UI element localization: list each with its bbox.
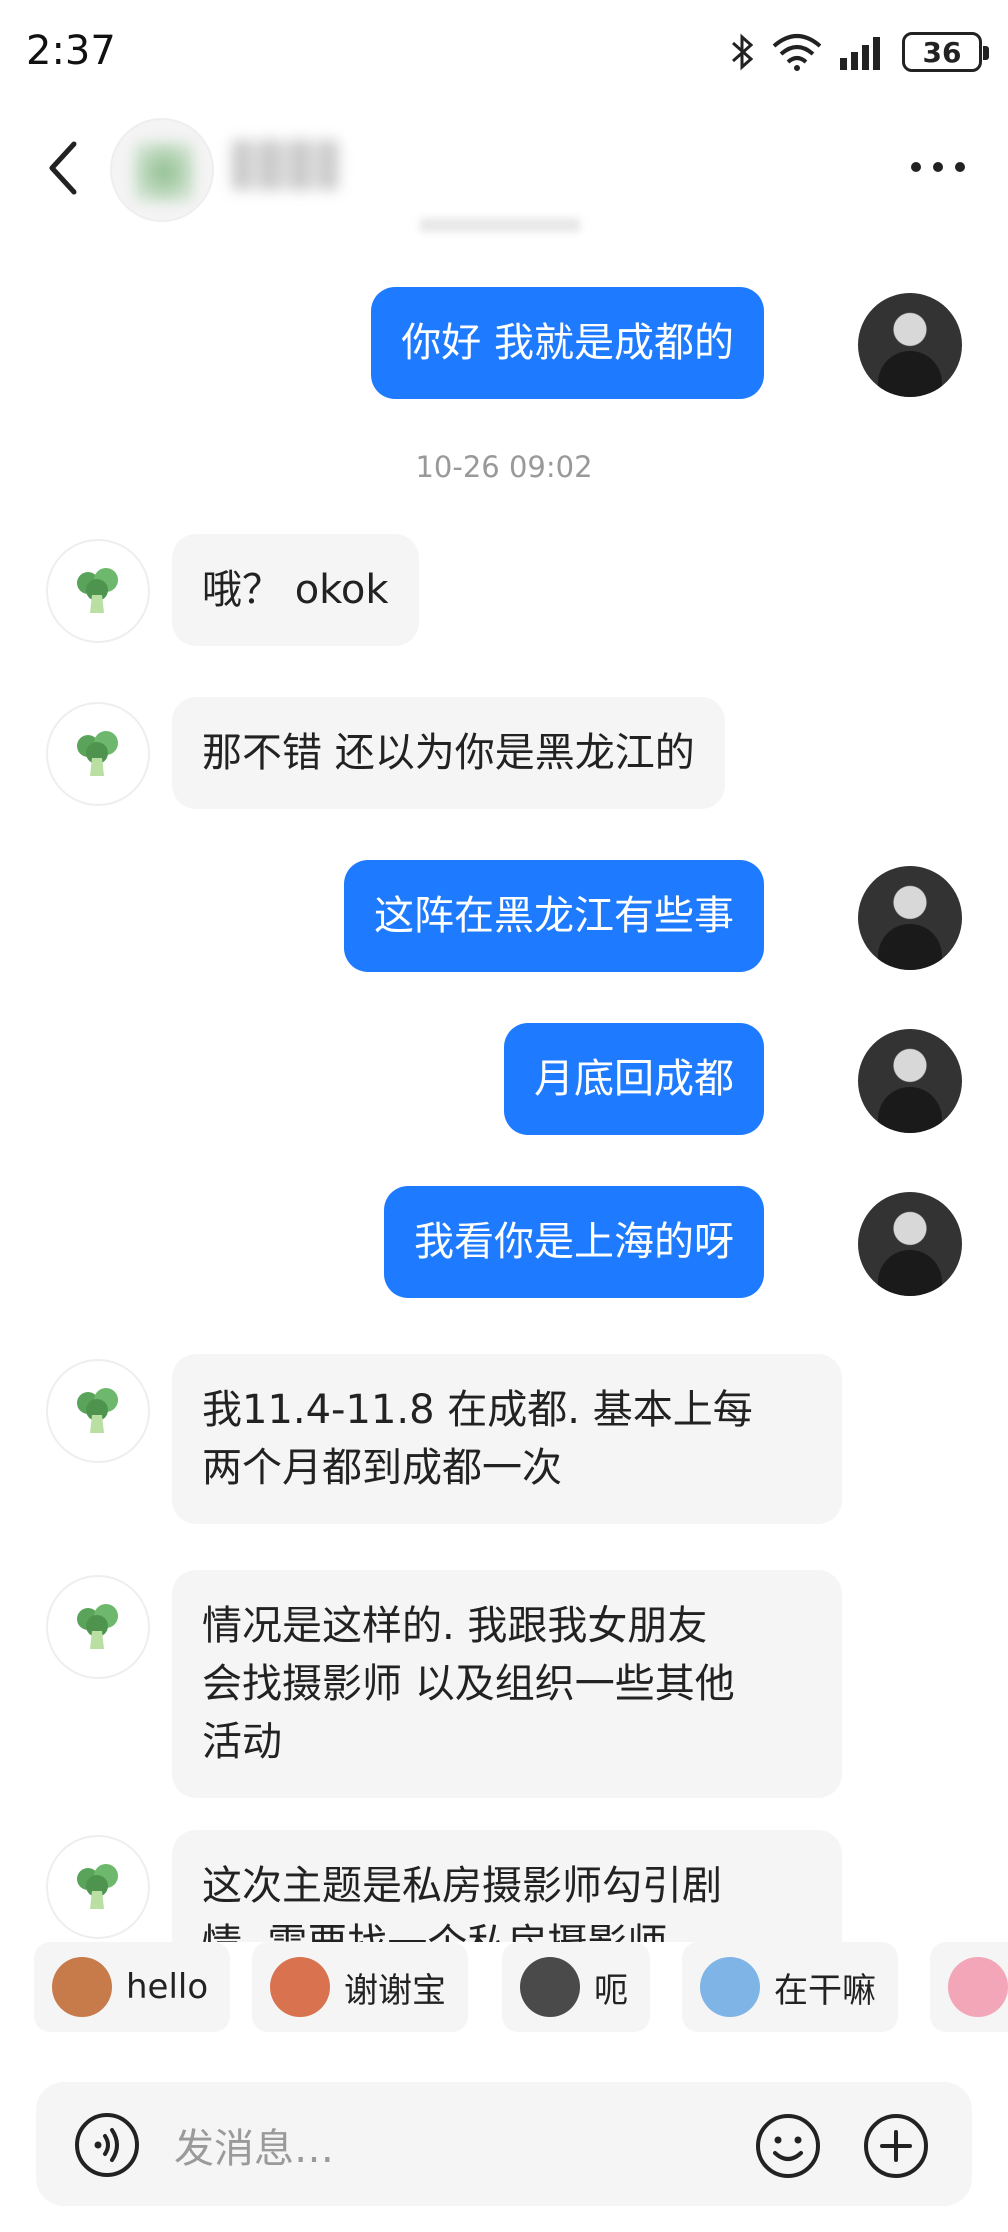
bluetooth-icon bbox=[732, 33, 754, 71]
message-bubble-received[interactable]: 那不错 还以为你是黑龙江的 bbox=[172, 697, 725, 809]
my-avatar[interactable] bbox=[858, 1029, 962, 1133]
message-list[interactable]: 你好 我就是成都的 10-26 09:02 哦？ okok 那不错 还以为你是黑… bbox=[0, 230, 1008, 1942]
message-bubble-received[interactable]: 情况是这样的. 我跟我女朋友 会找摄影师 以及组织一些其他 活动 bbox=[172, 1570, 842, 1798]
broccoli-icon bbox=[77, 568, 118, 613]
contact-avatar-small[interactable] bbox=[46, 702, 150, 806]
magnifier-sticker-icon bbox=[700, 1957, 760, 2017]
message-line: 活动 bbox=[202, 1719, 282, 1765]
my-avatar[interactable] bbox=[858, 1192, 962, 1296]
quick-reply-uh[interactable]: 呃 bbox=[502, 1942, 650, 2032]
broccoli-icon bbox=[77, 1864, 118, 1909]
contact-avatar-small[interactable] bbox=[46, 1575, 150, 1679]
message-line: 情况是这样的. 我跟我女朋友 bbox=[202, 1603, 708, 1649]
message-line: 两个月都到成都一次 bbox=[202, 1445, 562, 1491]
broccoli-icon bbox=[77, 1604, 118, 1649]
voice-icon[interactable] bbox=[74, 2112, 140, 2178]
chat-header bbox=[0, 100, 1008, 230]
message-line: 情. 需要找一个私房摄影师 bbox=[202, 1915, 812, 1942]
quick-reply-thanks[interactable]: 谢谢宝 bbox=[252, 1942, 468, 2032]
message-bubble-received[interactable]: 我11.4-11.8 在成都. 基本上每 两个月都到成都一次 bbox=[172, 1354, 842, 1524]
rose-monkey-sticker-icon bbox=[270, 1957, 330, 2017]
wifi-icon bbox=[772, 34, 822, 71]
message-timestamp: 10-26 09:02 bbox=[415, 450, 593, 484]
message-line: 这次主题是私房摄影师勾引剧 bbox=[202, 1863, 722, 1909]
battery-indicator: 36 bbox=[902, 32, 989, 72]
chevron-left-icon[interactable] bbox=[44, 138, 84, 198]
message-line: 我11.4-11.8 在成都. 基本上每 bbox=[202, 1387, 753, 1433]
pig-sticker-icon bbox=[948, 1957, 1008, 2017]
broccoli-icon bbox=[77, 731, 118, 776]
message-composer: 发消息… bbox=[36, 2082, 972, 2206]
message-line: 会找摄影师 以及组织一些其他 bbox=[202, 1661, 735, 1707]
status-time: 2:37 bbox=[26, 28, 116, 74]
quick-reply-bar[interactable]: hello 谢谢宝 呃 在干嘛 bbox=[0, 1942, 1008, 2038]
message-bubble-sent[interactable]: 月底回成都 bbox=[504, 1023, 764, 1135]
contact-avatar-small[interactable] bbox=[46, 1835, 150, 1939]
contact-avatar-small[interactable] bbox=[46, 539, 150, 643]
message-bubble-sent[interactable]: 我看你是上海的呀 bbox=[384, 1186, 764, 1298]
cat-sticker-icon bbox=[520, 1957, 580, 2017]
quick-reply-more[interactable] bbox=[930, 1942, 1008, 2032]
contact-avatar-small[interactable] bbox=[46, 1359, 150, 1463]
quick-reply-what-doing[interactable]: 在干嘛 bbox=[682, 1942, 898, 2032]
message-bubble-received[interactable]: 哦？ okok bbox=[172, 534, 419, 646]
contact-name-blurred[interactable] bbox=[232, 140, 338, 190]
signal-icon bbox=[840, 37, 880, 70]
broccoli-icon bbox=[77, 1388, 118, 1433]
monkey-sticker-icon bbox=[52, 1957, 112, 2017]
message-input[interactable]: 发消息… bbox=[174, 2116, 334, 2174]
more-dots-icon[interactable] bbox=[908, 152, 968, 182]
my-avatar[interactable] bbox=[858, 293, 962, 397]
message-bubble-sent[interactable]: 你好 我就是成都的 bbox=[371, 287, 764, 399]
emoji-icon[interactable] bbox=[754, 2112, 822, 2180]
plus-icon[interactable] bbox=[862, 2112, 930, 2180]
my-avatar[interactable] bbox=[858, 866, 962, 970]
contact-avatar[interactable] bbox=[110, 118, 214, 222]
status-bar: 2:37 36 bbox=[0, 0, 1008, 100]
quick-reply-hello[interactable]: hello bbox=[34, 1942, 231, 2032]
message-bubble-received[interactable]: 这次主题是私房摄影师勾引剧 情. 需要找一个私房摄影师 bbox=[172, 1830, 842, 1942]
message-bubble-sent[interactable]: 这阵在黑龙江有些事 bbox=[344, 860, 764, 972]
